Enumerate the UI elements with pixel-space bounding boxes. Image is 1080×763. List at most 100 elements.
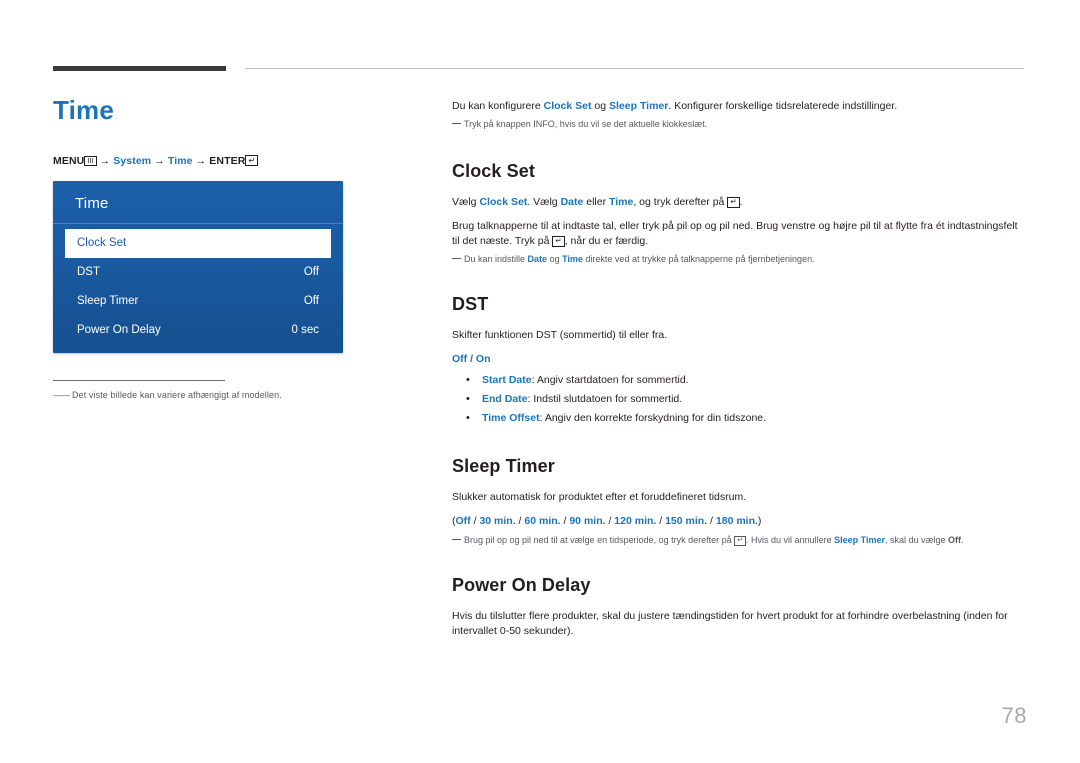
osd-item-clock-set-label: Clock Set <box>77 236 127 249</box>
header-rule-light <box>245 68 1024 69</box>
menu-icon: III <box>84 155 97 166</box>
section-heading-clock-set: Clock Set <box>452 161 535 181</box>
dst-bullet-start-date-rest: : Angiv startdatoen for sommertid. <box>531 374 689 386</box>
osd-menu-list: Clock Set DST Off Sleep Timer Off Power … <box>53 226 343 345</box>
menu-path-arrow-2: → <box>154 154 165 167</box>
header-rule-dark <box>53 66 226 71</box>
menu-path-arrow-1: → <box>99 154 111 167</box>
menu-path-menu: MENU <box>53 154 85 167</box>
sleep-note-c: , skal du vælge <box>884 535 948 545</box>
clock-set-l1-time: Time <box>609 196 634 208</box>
footnote-rule <box>53 379 225 381</box>
dst-options: Off / On <box>452 352 1024 367</box>
clock-set-note-c: direkte ved at trykke på talknapperne på… <box>582 254 815 264</box>
section-heading-dst: DST <box>452 294 489 314</box>
menu-path-time: Time <box>167 154 193 167</box>
clock-set-l1-date: Date <box>560 196 584 208</box>
sleep-option-off: Off <box>455 515 471 527</box>
clock-set-l2-end: , når du er færdig. <box>564 235 649 247</box>
dst-options-text: Off / On <box>452 353 491 365</box>
sleep-option-60: 60 min. <box>524 515 561 527</box>
intro-part-c: . Konfigurer forskellige tidsrelaterede … <box>668 100 898 112</box>
dst-bullet-list: Start Date: Angiv startdatoen for sommer… <box>452 371 1024 428</box>
clock-set-note-date: Date <box>527 254 548 264</box>
note-dash-3 <box>452 539 461 540</box>
enter-icon: ↵ <box>245 154 259 166</box>
clock-set-line-2: Brug talknapperne til at indtaste tal, e… <box>452 219 1024 249</box>
osd-item-sleep-timer-value: Off <box>303 294 319 307</box>
section-heading-sleep-timer: Sleep Timer <box>452 456 555 476</box>
sleep-timer-options: (Off / 30 min. / 60 min. / 90 min. / 120… <box>452 515 762 527</box>
osd-panel: Time Clock Set DST Off Sleep Timer Off P… <box>53 180 343 353</box>
list-item: End Date: Indstil slutdatoen for sommert… <box>452 390 1024 409</box>
clock-set-l1-b: . Vælg <box>527 196 561 208</box>
clock-set-line-1: Vælg Clock Set. Vælg Date eller Time, og… <box>452 196 743 208</box>
dst-bullet-end-date-term: End Date <box>482 393 528 405</box>
intro-part-a: Du kan konfigurere <box>452 100 544 112</box>
left-column: Time MENU III → System → Time → ENTER ↵ Ti… <box>53 96 413 400</box>
list-item: Time Offset: Angiv den korrekte forskydn… <box>452 409 1024 428</box>
osd-item-power-on-delay[interactable]: Power On Delay 0 sec <box>65 316 331 345</box>
sleep-note-b: . Hvis du vil annullere <box>746 535 835 545</box>
figure-footnote-text: Det viste billede kan variere afhængigt … <box>72 389 282 400</box>
clock-set-l2-text: Brug talknapperne til at indtaste tal, e… <box>452 220 1018 247</box>
sleep-note-off: Off <box>947 535 961 545</box>
sleep-option-120: 120 min. <box>614 515 657 527</box>
menu-path-enter: ENTER <box>209 154 246 167</box>
osd-item-power-on-delay-value: 0 sec <box>291 323 320 336</box>
osd-item-sleep-timer-label: Sleep Timer <box>77 294 139 307</box>
osd-item-clock-set[interactable]: Clock Set <box>61 226 339 264</box>
sleep-option-30: 30 min. <box>479 515 516 527</box>
clock-set-l1-a: Vælg <box>452 196 480 208</box>
enter-icon: ↵ <box>727 197 740 208</box>
power-on-delay-line-1: Hvis du tilslutter flere produkter, skal… <box>452 610 1008 637</box>
osd-title: Time <box>75 194 109 212</box>
intro-part-b: og <box>591 100 610 112</box>
footnote-dash: ―― <box>53 389 70 400</box>
menu-path: MENU III → System → Time → ENTER ↵ <box>53 154 413 167</box>
dst-bullet-time-offset-rest: : Angiv den korrekte forskydning for din… <box>539 412 767 424</box>
intro-note: Tryk på knappen INFO, hvis du vil se det… <box>452 117 1024 131</box>
clock-set-note: Du kan indstille Date og Time direkte ve… <box>452 252 1024 266</box>
clock-set-note-b: og <box>547 254 563 264</box>
figure-footnote: ―― Det viste billede kan variere afhængig… <box>53 390 413 400</box>
sleep-timer-line-1: Slukker automatisk for produktet efter e… <box>452 491 747 503</box>
page-number: 78 <box>1001 703 1027 728</box>
clock-set-note-time: Time <box>562 254 583 264</box>
osd-title-separator <box>53 222 343 224</box>
menu-path-system: System <box>113 154 152 167</box>
sleep-note-sleep-timer: Sleep Timer <box>834 535 885 545</box>
dst-bullet-end-date-rest: : Indstil slutdatoen for sommertid. <box>527 393 683 405</box>
note-dash-2 <box>452 258 461 259</box>
sleep-timer-note: Brug pil op og pil ned til at vælge en t… <box>452 533 1024 547</box>
page-title: Time <box>53 95 115 125</box>
sleep-option-90: 90 min. <box>569 515 606 527</box>
clock-set-l1-c: eller <box>583 196 610 208</box>
sleep-option-150: 150 min. <box>665 515 708 527</box>
dst-bullet-start-date-term: Start Date <box>482 374 532 386</box>
sleep-note-a: Brug pil op og pil ned til at vælge en t… <box>464 535 735 545</box>
osd-item-sleep-timer[interactable]: Sleep Timer Off <box>65 287 331 316</box>
osd-item-dst[interactable]: DST Off <box>65 258 331 287</box>
intro-note-text: Tryk på knappen INFO, hvis du vil se det… <box>464 119 708 129</box>
sleep-note-d: . <box>960 535 964 545</box>
enter-icon: ↵ <box>552 236 565 247</box>
osd-item-power-on-delay-label: Power On Delay <box>77 323 161 336</box>
clock-set-l1-clock: Clock Set <box>479 196 528 208</box>
enter-icon: ↵ <box>734 536 747 546</box>
sleep-options-close: ) <box>757 515 762 527</box>
sleep-option-180: 180 min. <box>715 515 758 527</box>
clock-set-l1-d: , og tryk derefter på <box>633 196 728 208</box>
right-column: Du kan konfigurere Clock Set og Sleep Ti… <box>452 99 1024 642</box>
clock-set-note-a: Du kan indstille <box>464 254 528 264</box>
section-heading-power-on-delay: Power On Delay <box>452 575 591 595</box>
menu-path-arrow-3: → <box>195 154 207 167</box>
note-dash-1 <box>452 123 461 124</box>
dst-line-1: Skifter funktionen DST (sommertid) til e… <box>452 329 668 341</box>
list-item: Start Date: Angiv startdatoen for sommer… <box>452 371 1024 390</box>
osd-item-dst-value: Off <box>303 265 319 278</box>
intro-sleep-timer: Sleep Timer <box>609 100 669 112</box>
dst-bullet-time-offset-term: Time Offset <box>482 412 540 424</box>
osd-item-dst-label: DST <box>77 265 100 278</box>
intro-paragraph: Du kan konfigurere Clock Set og Sleep Ti… <box>452 99 1024 114</box>
